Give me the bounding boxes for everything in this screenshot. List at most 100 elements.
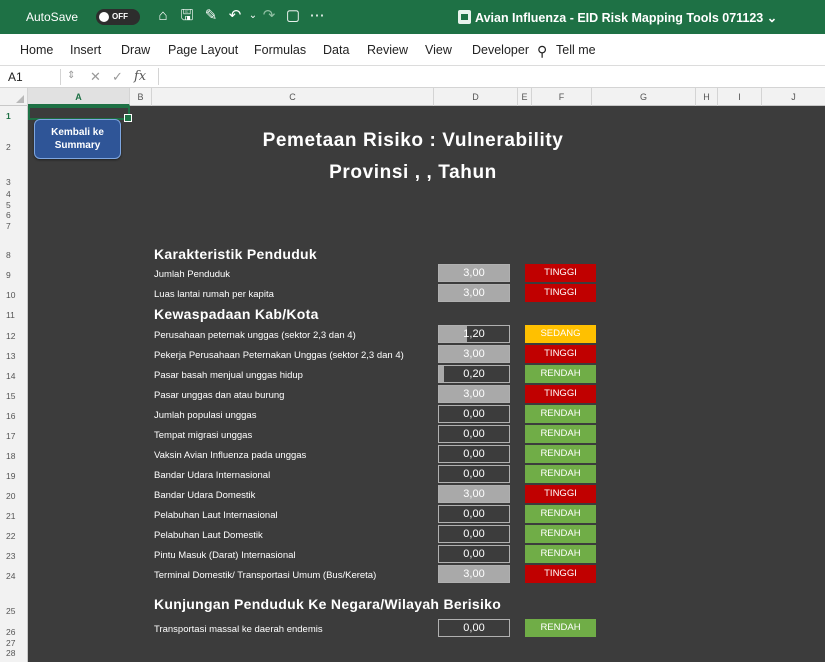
tab-developer[interactable]: Developer (472, 43, 529, 57)
row-header[interactable]: 26 (0, 627, 28, 637)
score-cell[interactable]: 0,00 (438, 619, 510, 637)
row-header[interactable]: 9 (0, 270, 28, 280)
status-badge: TINGGI (525, 485, 596, 503)
row-header[interactable]: 8 (0, 250, 28, 260)
score-cell[interactable]: 3,00 (438, 485, 510, 503)
autosave-state: OFF (112, 12, 128, 21)
score-cell[interactable]: 3,00 (438, 565, 510, 583)
indicator-label: Transportasi massal ke daerah endemis (154, 624, 323, 635)
row-header[interactable]: 19 (0, 471, 28, 481)
function-icon[interactable]: fx (134, 69, 146, 84)
row-header[interactable]: 14 (0, 371, 28, 381)
status-badge: RENDAH (525, 525, 596, 543)
tab-page-layout[interactable]: Page Layout (168, 43, 238, 57)
name-box[interactable]: A1 (8, 70, 23, 84)
row-header[interactable]: 21 (0, 511, 28, 521)
indicator-label: Pintu Masuk (Darat) Internasional (154, 550, 296, 561)
status-badge: TINGGI (525, 264, 596, 282)
lightbulb-icon[interactable]: ⚲ (537, 43, 547, 60)
row-header[interactable]: 15 (0, 391, 28, 401)
selected-cell-a1[interactable] (28, 106, 132, 122)
edit-icon[interactable]: ✎ (202, 7, 220, 25)
home-icon[interactable]: ⌂ (154, 7, 172, 25)
row-header[interactable]: 3 (0, 177, 28, 187)
indicator-label: Jumlah populasi unggas (154, 410, 257, 421)
status-badge: RENDAH (525, 545, 596, 563)
score-value: 0,00 (463, 528, 485, 540)
row-header[interactable]: 7 (0, 221, 28, 231)
score-cell[interactable]: 1,20 (438, 325, 510, 343)
row-header[interactable]: 20 (0, 491, 28, 501)
row-header[interactable]: 10 (0, 290, 28, 300)
score-cell[interactable]: 0,00 (438, 425, 510, 443)
row-header[interactable]: 2 (0, 142, 28, 152)
row-header[interactable]: 1 (0, 111, 28, 121)
tab-formulas[interactable]: Formulas (254, 43, 306, 57)
score-value: 0,00 (463, 448, 485, 460)
score-cell[interactable]: 3,00 (438, 264, 510, 282)
score-cell[interactable]: 0,00 (438, 525, 510, 543)
select-all-corner[interactable] (0, 88, 28, 106)
document-title[interactable]: Avian Influenza - EID Risk Mapping Tools… (475, 10, 777, 25)
tab-home[interactable]: Home (20, 43, 53, 57)
worksheet[interactable]: Kembali ke Summary Pemetaan Risiko : Vuln… (28, 106, 825, 662)
cancel-icon[interactable]: ✕ (90, 69, 101, 85)
row-header[interactable]: 18 (0, 451, 28, 461)
column-header-f[interactable]: F (532, 88, 592, 106)
save-icon[interactable]: 🖫 (178, 7, 196, 25)
column-header-j[interactable]: J (762, 88, 825, 106)
more-icon[interactable]: ⋯ (308, 7, 326, 25)
row-header[interactable]: 4 (0, 189, 28, 199)
tab-draw[interactable]: Draw (121, 43, 150, 57)
score-cell[interactable]: 0,20 (438, 365, 510, 383)
column-header-h[interactable]: H (696, 88, 718, 106)
status-badge: RENDAH (525, 365, 596, 383)
score-cell[interactable]: 3,00 (438, 284, 510, 302)
row-header[interactable]: 17 (0, 431, 28, 441)
column-header-e[interactable]: E (518, 88, 532, 106)
page-title: Pemetaan Risiko : Vulnerability (262, 130, 564, 151)
score-cell[interactable]: 0,00 (438, 465, 510, 483)
confirm-icon[interactable]: ✓ (112, 69, 123, 85)
row-header[interactable]: 13 (0, 351, 28, 361)
redo-icon[interactable]: ↷ (260, 7, 278, 25)
row-header[interactable]: 28 (0, 648, 28, 658)
row-header[interactable]: 23 (0, 551, 28, 561)
score-cell[interactable]: 0,00 (438, 445, 510, 463)
name-box-stepper-icon[interactable]: ⇕ (67, 70, 75, 81)
row-header[interactable]: 12 (0, 331, 28, 341)
score-cell[interactable]: 0,00 (438, 545, 510, 563)
score-cell[interactable]: 0,00 (438, 505, 510, 523)
row-header[interactable]: 25 (0, 606, 28, 616)
new-document-icon[interactable]: ▢ (284, 7, 302, 25)
column-header-g[interactable]: G (592, 88, 696, 106)
column-header-c[interactable]: C (152, 88, 434, 106)
row-header[interactable]: 11 (0, 310, 28, 320)
tab-insert[interactable]: Insert (70, 43, 101, 57)
tab-view[interactable]: View (425, 43, 452, 57)
score-cell[interactable]: 0,00 (438, 405, 510, 423)
formula-input[interactable] (158, 68, 818, 85)
column-header-b[interactable]: B (130, 88, 152, 106)
score-value: 0,00 (463, 508, 485, 520)
row-header[interactable]: 16 (0, 411, 28, 421)
score-cell[interactable]: 3,00 (438, 345, 510, 363)
column-header-i[interactable]: I (718, 88, 762, 106)
row-header[interactable]: 6 (0, 210, 28, 220)
column-header-a[interactable]: A (28, 88, 130, 106)
autosave-toggle[interactable]: OFF (96, 9, 140, 25)
status-badge: RENDAH (525, 465, 596, 483)
row-headers: 1 2 3 4 5 6 7 8 9 10 11 12 13 14 15 16 1… (0, 106, 28, 662)
row-header[interactable]: 24 (0, 571, 28, 581)
status-badge: RENDAH (525, 619, 596, 637)
column-header-d[interactable]: D (434, 88, 518, 106)
row-header[interactable]: 27 (0, 638, 28, 648)
tab-data[interactable]: Data (323, 43, 349, 57)
score-cell[interactable]: 3,00 (438, 385, 510, 403)
row-header[interactable]: 5 (0, 200, 28, 210)
tell-me[interactable]: Tell me (556, 43, 596, 57)
score-fill (439, 366, 444, 382)
tab-review[interactable]: Review (367, 43, 408, 57)
undo-icon[interactable]: ↶ (226, 7, 244, 25)
row-header[interactable]: 22 (0, 531, 28, 541)
